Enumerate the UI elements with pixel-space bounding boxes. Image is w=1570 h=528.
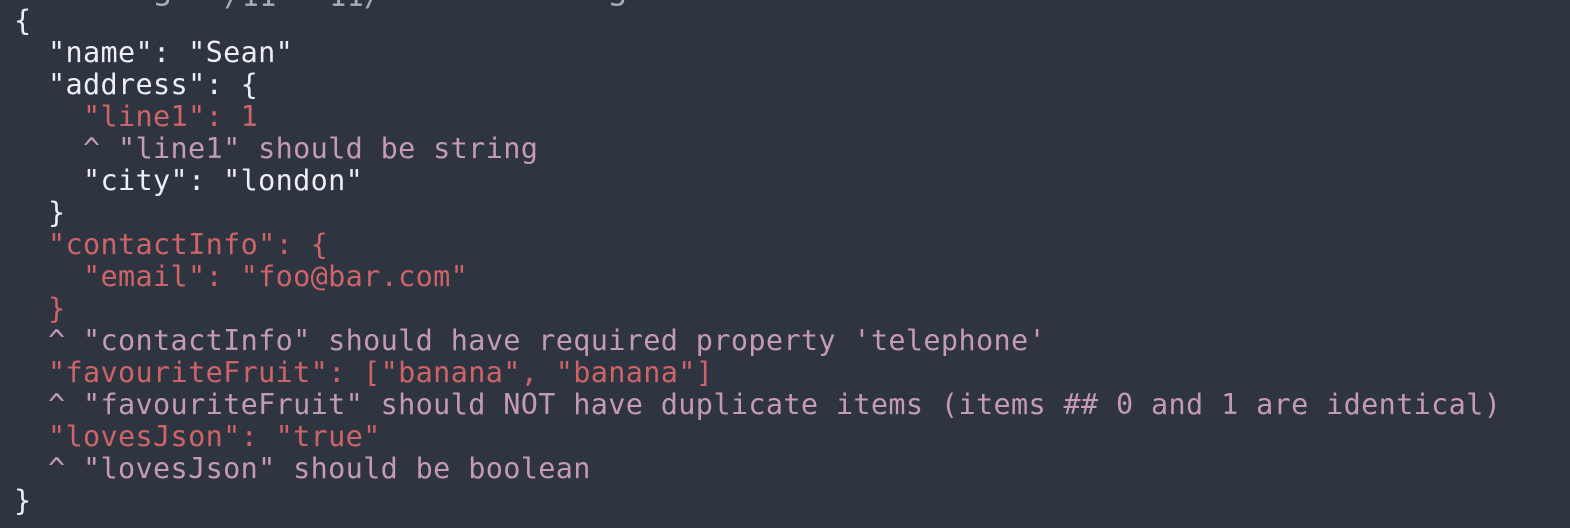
json-email-field: "email": "foo@bar.com" <box>83 260 469 293</box>
error-line1-type: ^ "line1" should be string <box>83 132 539 165</box>
error-lovesjson-type: ^ "lovesJson" should be boolean <box>48 452 591 485</box>
json-favouritefruit-invalid: "favouriteFruit": ["banana", "banana"] <box>48 356 714 389</box>
json-address-open: "address": { <box>48 68 259 101</box>
json-city-field: "city": "london" <box>83 164 364 197</box>
json-line1-invalid: "line1": 1 <box>83 100 259 133</box>
json-address-close: } <box>48 196 66 229</box>
json-contactinfo-close: } <box>48 292 66 325</box>
json-open-brace: { <box>14 4 32 37</box>
error-contactinfo-required: ^ "contactInfo" should have required pro… <box>48 324 1046 357</box>
json-contactinfo-open: "contactInfo": { <box>48 228 329 261</box>
json-lovesjson-invalid: "lovesJson": "true" <box>48 420 381 453</box>
terminal-output: 3 /11 11/ 3 { "name": "Sean" "address": … <box>0 0 1570 528</box>
cut-off-command-line: 3 /11 11/ 3 <box>14 0 627 13</box>
json-name-field: "name": "Sean" <box>48 36 294 69</box>
json-close-brace: } <box>14 484 32 517</box>
error-favouritefruit-duplicate: ^ "favouriteFruit" should NOT have dupli… <box>48 388 1502 421</box>
